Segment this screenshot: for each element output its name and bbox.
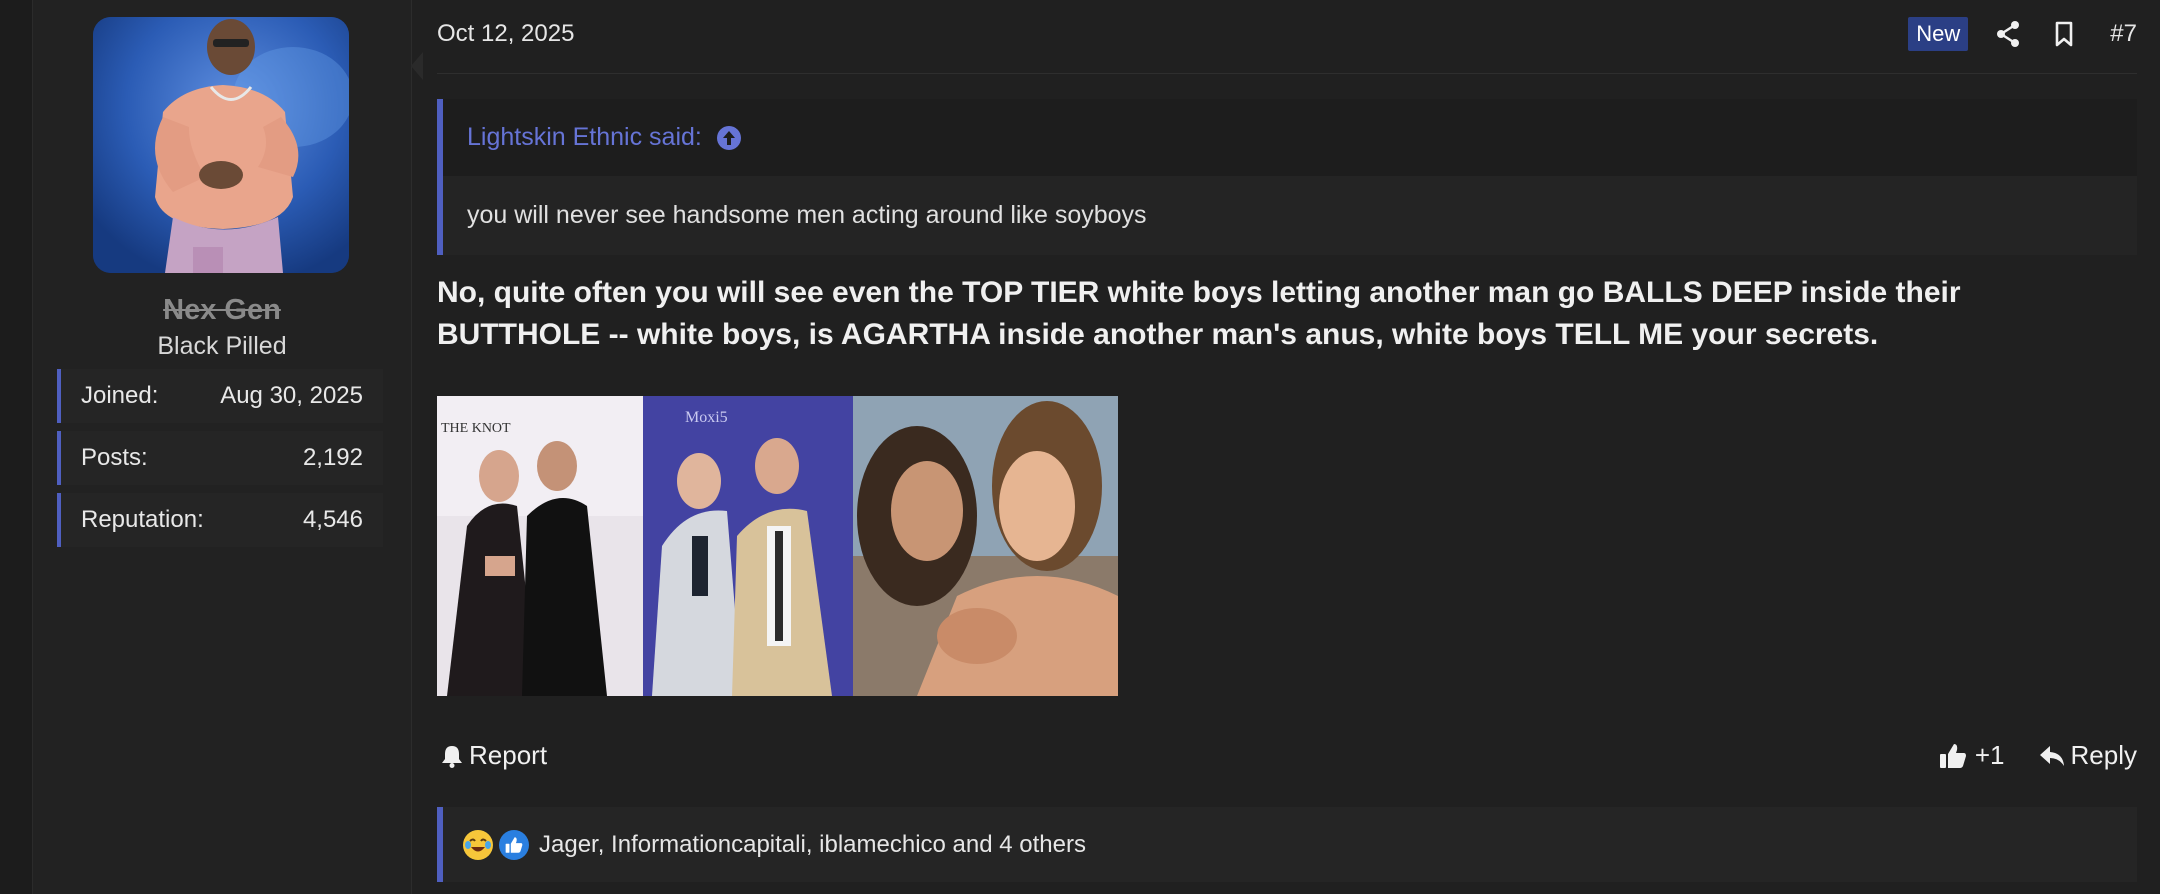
user-info-panel: Nex Gen Black Pilled Joined: Aug 30, 202… (33, 0, 423, 894)
laughing-crying-emoji-icon (463, 829, 493, 860)
stat-reputation-label: Reputation: (81, 506, 204, 533)
reactions-bar[interactable]: Jager, Informationcapitali, iblamechico … (437, 807, 2137, 882)
post-date[interactable]: Oct 12, 2025 (437, 20, 574, 48)
stat-joined-label: Joined: (81, 382, 159, 409)
thumbs-up-icon (1939, 742, 1967, 770)
svg-text:THE KNOT: THE KNOT (441, 421, 511, 436)
stat-reputation: Reputation: 4,546 (57, 493, 383, 547)
stat-joined: Joined: Aug 30, 2025 (57, 369, 383, 423)
bookmark-icon[interactable] (2050, 20, 2078, 48)
message-body: No, quite often you will see even the TO… (437, 272, 2137, 356)
header-divider (437, 73, 2137, 74)
quote-block: Lightskin Ethnic said: you will never se… (437, 99, 2137, 255)
page: Nex Gen Black Pilled Joined: Aug 30, 202… (0, 0, 2160, 894)
share-icon[interactable] (1994, 20, 2022, 48)
svg-text:Moxi5: Moxi5 (685, 409, 728, 426)
post-number[interactable]: #7 (2110, 20, 2137, 48)
quote-author[interactable]: Lightskin Ethnic said: (467, 123, 702, 152)
post-header-actions: New #7 (1908, 16, 2137, 52)
reactions-text[interactable]: Jager, Informationcapitali, iblamechico … (539, 831, 1086, 859)
forum-post: Nex Gen Black Pilled Joined: Aug 30, 202… (32, 0, 2160, 894)
stat-posts-value: 2,192 (302, 444, 363, 471)
post-main: Oct 12, 2025 New #7 Lightskin Ethnic sai… (437, 0, 2137, 894)
user-title: Black Pilled (157, 332, 287, 360)
report-button[interactable]: Report (441, 740, 547, 771)
quote-text: you will never see handsome men acting a… (443, 176, 2137, 255)
message-line-2: BUTTHOLE -- white boys, is AGARTHA insid… (437, 318, 1879, 351)
like-button[interactable]: +1 (1939, 740, 2005, 771)
stat-posts-label: Posts: (81, 444, 148, 471)
stat-posts: Posts: 2,192 (57, 431, 383, 485)
bell-icon (441, 744, 463, 768)
arrow-up-circle-icon[interactable] (716, 125, 742, 151)
quote-header[interactable]: Lightskin Ethnic said: (443, 99, 2137, 176)
stat-joined-value: Aug 30, 2025 (220, 382, 363, 409)
stat-reputation-value: 4,546 (302, 506, 363, 533)
reply-label: Reply (2070, 740, 2137, 770)
message-line-1: No, quite often you will see even the TO… (437, 276, 1961, 309)
like-reaction-icon (499, 829, 529, 860)
reply-button[interactable]: Reply (2039, 740, 2137, 771)
post-actions-right: +1 Reply (1939, 740, 2137, 771)
username[interactable]: Nex Gen (33, 294, 411, 327)
avatar[interactable] (93, 17, 349, 273)
attached-image[interactable]: THE KNOT Moxi5 (437, 396, 1118, 696)
new-badge: New (1908, 17, 1969, 51)
report-label: Report (469, 740, 548, 770)
like-count: +1 (1974, 740, 2005, 770)
reply-icon (2039, 744, 2065, 768)
